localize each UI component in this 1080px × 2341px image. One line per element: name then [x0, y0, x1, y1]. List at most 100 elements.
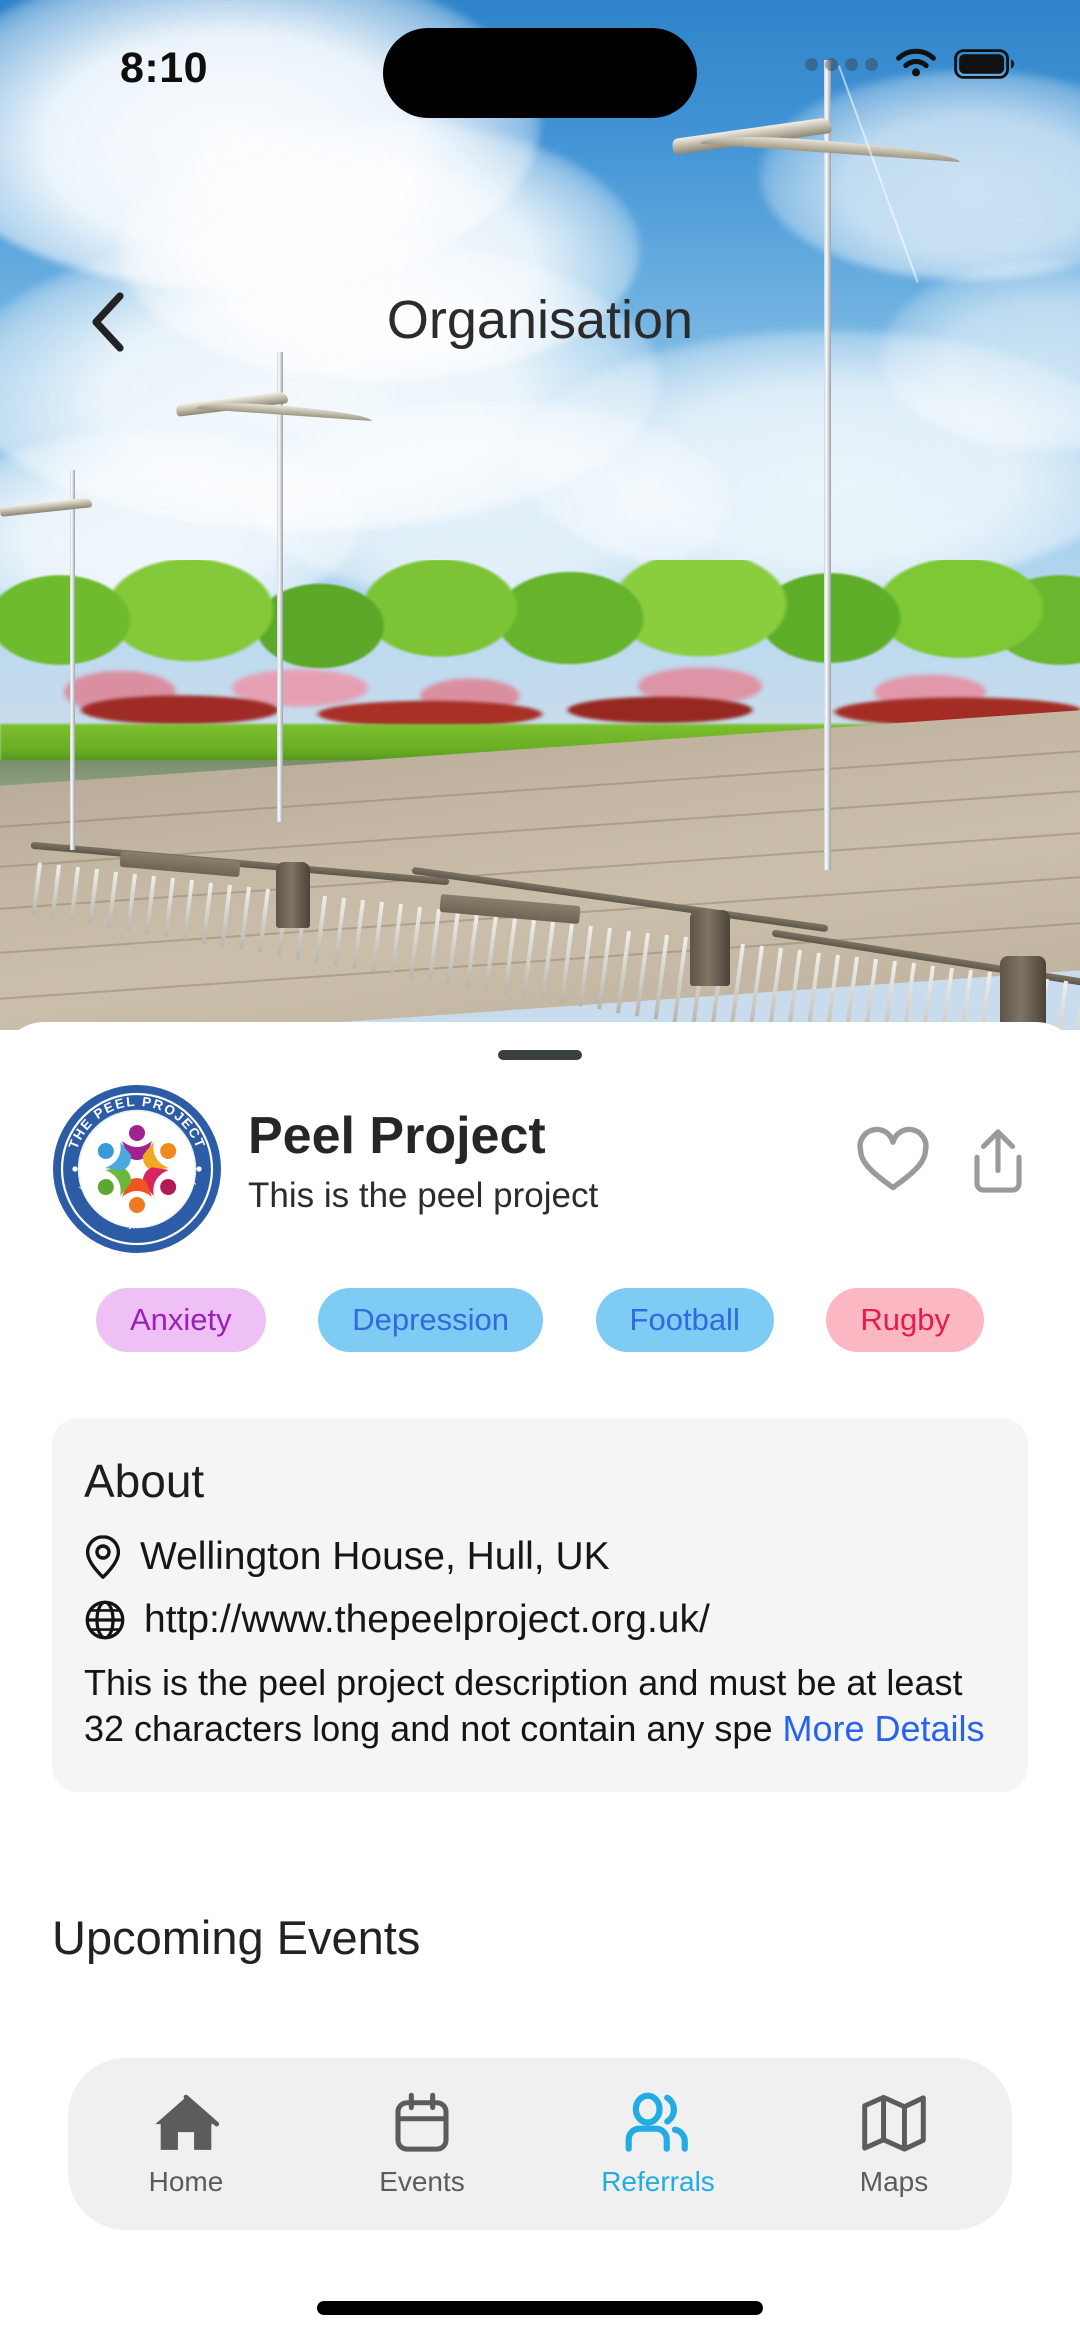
home-icon — [155, 2094, 220, 2150]
status-indicators — [805, 46, 1016, 82]
map-icon — [862, 2094, 926, 2152]
railing-bar — [352, 899, 365, 969]
status-time: 8:10 — [120, 44, 209, 92]
railing-bar — [842, 956, 859, 1028]
tab-maps[interactable]: Maps — [776, 2058, 1012, 2230]
more-details-link[interactable]: More Details — [782, 1708, 984, 1749]
railing-bar — [616, 930, 631, 1014]
railing-bar — [239, 886, 251, 950]
railing-bar — [201, 882, 213, 944]
railing-bar — [521, 919, 536, 998]
about-website-text: http://www.thepeelproject.org.uk/ — [144, 1598, 710, 1641]
upcoming-events-heading: Upcoming Events — [52, 1911, 421, 1964]
railing-bar — [125, 873, 137, 931]
railing-bar — [559, 923, 574, 1004]
railing-bar — [144, 875, 156, 935]
railing-bar — [257, 888, 270, 954]
page-title: Organisation — [386, 290, 694, 350]
tag-chip[interactable]: Depression — [318, 1288, 544, 1352]
people-icon — [625, 2092, 688, 2152]
lamp-post — [824, 60, 831, 870]
railing-bar — [88, 869, 99, 925]
tag-chip[interactable]: Football — [595, 1288, 774, 1352]
tab-referrals[interactable]: Referrals — [540, 2058, 776, 2230]
tab-label: Maps — [859, 2166, 929, 2197]
railing-bar — [465, 912, 479, 988]
railing-bar — [333, 897, 346, 966]
railing-bar — [729, 943, 745, 1028]
railing-bar — [220, 884, 232, 947]
railing-bar — [540, 921, 555, 1001]
tag-label: Depression — [352, 1302, 510, 1337]
tag-chip[interactable]: Rugby — [826, 1288, 984, 1352]
railing-bar — [597, 928, 612, 1011]
tag-label: Rugby — [860, 1302, 950, 1337]
hero-image — [0, 0, 1080, 1030]
railing-bar — [653, 934, 669, 1020]
home-indicator — [317, 2301, 763, 2315]
bollard — [276, 862, 310, 928]
heart-icon[interactable] — [856, 1126, 930, 1196]
dynamic-island — [383, 28, 697, 118]
bollard — [690, 910, 730, 986]
railing-bar — [936, 967, 954, 1028]
railing-bar — [50, 864, 61, 919]
railing-bar — [427, 908, 441, 982]
share-icon[interactable] — [968, 1126, 1028, 1196]
railing-bar — [484, 915, 498, 992]
chevron-left-icon — [92, 292, 124, 352]
railing-bar — [502, 917, 517, 995]
railing-bar — [182, 880, 194, 941]
organisation-logo: THE PEEL PROJECT By The Community, For T… — [52, 1084, 222, 1254]
railing-bar — [804, 952, 821, 1028]
tag-list: Anxiety Depression Football Rugby — [0, 1288, 1080, 1352]
wifi-icon — [896, 48, 936, 77]
railing-bar — [163, 877, 175, 938]
railing-bar — [408, 906, 422, 979]
battery-full-icon — [954, 49, 1014, 79]
about-card: About Wellington House, Hull, UK http://… — [52, 1418, 1028, 1793]
tag-chip[interactable]: Anxiety — [96, 1288, 266, 1352]
railing-bar — [747, 945, 764, 1028]
tab-events[interactable]: Events — [304, 2058, 540, 2230]
railing-bar — [672, 936, 688, 1023]
phone-screen: 8:10 Organisation THE PEEL PROJECT By Th… — [0, 0, 1080, 2341]
railing-bar — [917, 965, 935, 1028]
sheet-drag-handle[interactable] — [498, 1050, 582, 1060]
map-pin-icon — [85, 1535, 121, 1579]
railing-bar — [860, 958, 878, 1028]
railing-bar — [1049, 980, 1068, 1028]
about-description: This is the peel project description and… — [84, 1660, 996, 1752]
about-heading: About — [84, 1455, 205, 1507]
bollard — [1000, 956, 1046, 1030]
railing-bar — [973, 971, 992, 1028]
railing-bar — [1067, 982, 1080, 1028]
status-bar: 8:10 — [0, 0, 1080, 118]
organisation-header: THE PEEL PROJECT By The Community, For T… — [0, 1084, 1080, 1254]
tab-label: Events — [379, 2166, 465, 2197]
railing-bar — [107, 871, 118, 928]
railing-bar — [371, 901, 384, 973]
peel-project-badge-icon: THE PEEL PROJECT By The Community, For T… — [53, 1085, 221, 1253]
organisation-name: Peel Project — [248, 1107, 546, 1165]
about-location-row[interactable]: Wellington House, Hull, UK — [84, 1534, 996, 1580]
organisation-text: Peel Project This is the peel project — [248, 1084, 856, 1216]
cellular-dots-icon — [805, 57, 878, 71]
lamp-post — [277, 352, 283, 822]
tag-label: Football — [629, 1302, 740, 1337]
back-button[interactable] — [70, 284, 146, 360]
bottom-tab-bar: Home Events Referrals Maps — [68, 2058, 1012, 2230]
railing-bar — [785, 950, 802, 1028]
railing-bar — [578, 926, 593, 1007]
tab-label: Referrals — [601, 2166, 715, 2197]
organisation-subtitle: This is the peel project — [248, 1176, 599, 1216]
railing-bar — [898, 963, 916, 1028]
railing-bar — [314, 895, 327, 963]
railing-bar — [31, 862, 42, 916]
tab-home[interactable]: Home — [68, 2058, 304, 2230]
organisation-actions — [856, 1084, 1028, 1196]
calendar-icon — [395, 2092, 449, 2152]
railing-bar — [879, 960, 897, 1028]
about-website-row[interactable]: http://www.thepeelproject.org.uk/ — [84, 1598, 996, 1642]
railing-bar — [446, 910, 460, 985]
